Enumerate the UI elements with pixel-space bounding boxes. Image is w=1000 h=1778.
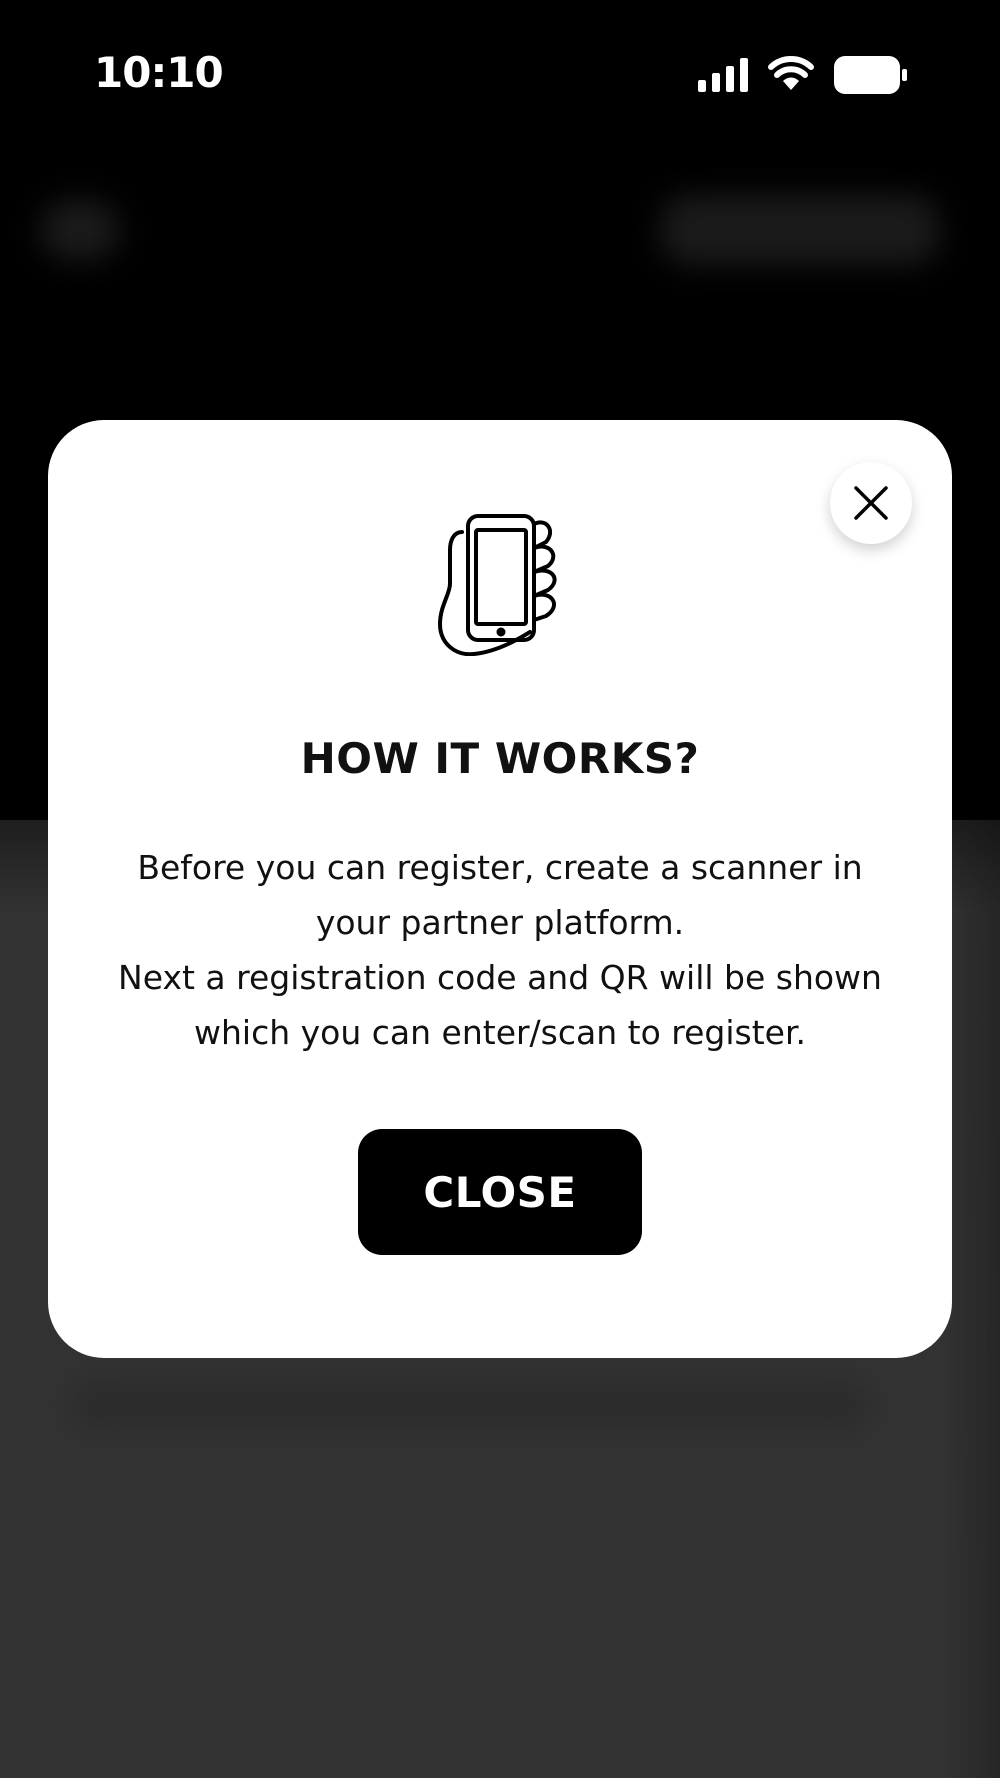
blurred-content <box>70 1380 870 1430</box>
signal-icon <box>698 58 748 92</box>
dialog-message: Before you can register, create a scanne… <box>98 840 902 1060</box>
close-icon <box>854 486 888 520</box>
dialog-message-line: which you can enter/scan to register. <box>194 1013 806 1052</box>
dialog-message-line: Next a registration code and QR will be … <box>118 958 882 997</box>
blurred-back-button <box>40 200 120 260</box>
blurred-header-action <box>660 195 940 265</box>
status-icons <box>698 54 908 98</box>
status-time: 10:10 <box>94 48 224 97</box>
wifi-icon <box>768 56 814 90</box>
battery-icon <box>834 56 907 94</box>
hand-holding-phone-icon <box>438 514 557 656</box>
dialog-message-line: your partner platform. <box>315 903 685 942</box>
dialog-close-icon-button[interactable] <box>830 462 912 544</box>
dialog-title: HOW IT WORKS? <box>300 734 700 783</box>
status-bar: 10:10 <box>0 0 1000 150</box>
how-it-works-dialog: HOW IT WORKS? Before you can register, c… <box>48 420 952 1358</box>
dialog-message-line: Before you can register, create a scanne… <box>137 848 863 887</box>
close-button[interactable]: CLOSE <box>358 1129 642 1255</box>
